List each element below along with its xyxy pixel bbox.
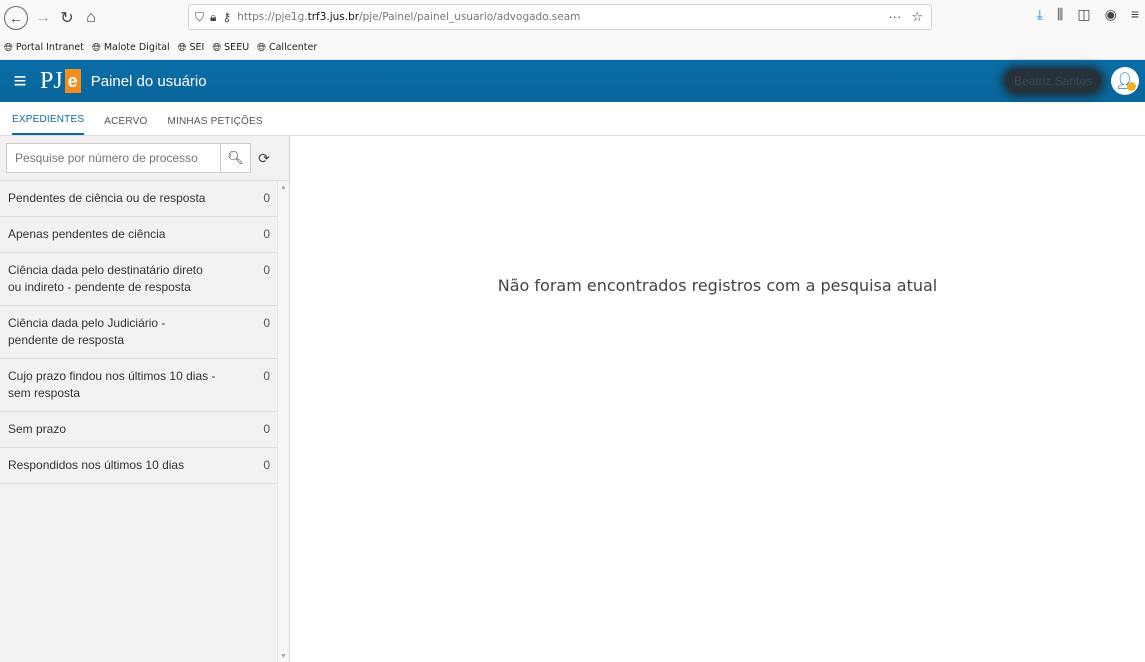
tab-acervo[interactable]: ACERVO (104, 116, 147, 135)
logo-text: PJ (40, 67, 63, 94)
list-item-label: Respondidos nos últimos 10 dias (8, 458, 185, 472)
bookmark-seeu[interactable]: 🌐︎ SEEU (212, 41, 249, 55)
expedientes-list: Pendentes de ciência ou de resposta 0 Ap… (0, 181, 278, 484)
tab-expedientes[interactable]: EXPEDIENTES (12, 114, 85, 135)
list-item-count: 0 (263, 191, 270, 205)
list-item[interactable]: Respondidos nos últimos 10 dias 0 (0, 448, 278, 484)
logo-e: e (64, 69, 81, 93)
empty-state-message: Não foram encontrados registros com a pe… (497, 276, 938, 295)
pje-logo[interactable]: PJ e (40, 68, 81, 95)
reload-icon[interactable]: ↻ (56, 7, 78, 29)
scroll-down-icon[interactable]: ▼ (280, 653, 287, 660)
globe-icon: 🌐︎ (212, 40, 222, 54)
sidebar-scrollbar[interactable]: ▲ ▼ (277, 182, 289, 662)
list-item-count: 0 (263, 263, 270, 277)
bookmarks-bar: 🌐︎ Portal Intranet 🌐︎ Malote Digital 🌐︎ SEI… (0, 36, 1145, 60)
list-item[interactable]: Cujo prazo findou nos últimos 10 dias - … (0, 359, 278, 412)
list-item-count: 0 (263, 316, 270, 330)
library-icon[interactable]: ⫼ (1057, 6, 1063, 23)
bookmark-malote-digital[interactable]: 🌐︎ Malote Digital (92, 41, 170, 55)
search-button[interactable]: 🔍︎ (221, 143, 251, 173)
user-name[interactable]: Beatriz Santos (1005, 69, 1101, 93)
search-input[interactable] (6, 143, 221, 173)
list-item[interactable]: Ciência dada pelo Judiciário - pendente … (0, 306, 278, 359)
forward-arrow-icon[interactable]: → (32, 7, 54, 29)
list-item-label: Ciência dada pelo destinatário direto ou… (8, 263, 203, 294)
home-icon[interactable]: ⌂ (80, 7, 102, 29)
avatar[interactable]: 👤︎ (1111, 67, 1139, 95)
shield-icon[interactable]: ⛉ (195, 10, 204, 25)
url-text[interactable]: https://pje1g.trf3.jus.br/pje/Painel/pai… (237, 11, 580, 23)
list-item-count: 0 (263, 422, 270, 436)
key-icon[interactable]: ⚷ (222, 10, 231, 25)
list-item-label: Cujo prazo findou nos últimos 10 dias - … (8, 369, 216, 400)
more-actions-icon[interactable]: ··· (888, 9, 901, 25)
list-item-label: Sem prazo (8, 422, 67, 436)
tab-minhas-peticoes[interactable]: MINHAS PETIÇÕES (168, 116, 263, 135)
list-item-count: 0 (263, 369, 270, 383)
sidebar-toggle-icon[interactable]: ◫ (1077, 6, 1090, 23)
list-item-label: Ciência dada pelo Judiciário - pendente … (8, 316, 166, 347)
list-item-label: Apenas pendentes de ciência (8, 227, 166, 241)
bookmark-sei[interactable]: 🌐︎ SEI (178, 41, 205, 55)
list-item[interactable]: Ciência dada pelo destinatário direto ou… (0, 253, 278, 306)
list-item[interactable]: Apenas pendentes de ciência 0 (0, 217, 278, 253)
content-area: 🔍︎ ⟳ Pendentes de ciência ou de resposta… (0, 136, 1145, 662)
sidebar: 🔍︎ ⟳ Pendentes de ciência ou de resposta… (0, 136, 290, 662)
list-item-count: 0 (263, 458, 270, 472)
page-title: Painel do usuário (90, 72, 207, 90)
lock-icon[interactable]: 🔒︎ (210, 10, 216, 25)
bookmark-portal-intranet[interactable]: 🌐︎ Portal Intranet (4, 41, 84, 55)
list-item-count: 0 (263, 227, 270, 241)
hamburger-menu-icon[interactable]: ≡ (0, 70, 40, 92)
bookmark-star-icon[interactable]: ☆ (911, 9, 923, 25)
menu-icon[interactable]: ≡ (1131, 6, 1139, 23)
url-bar[interactable]: ⛉ 🔒︎ ⚷ https://pje1g.trf3.jus.br/pje/Pai… (188, 4, 932, 30)
globe-icon: 🌐︎ (92, 40, 101, 54)
search-row: 🔍︎ ⟳ (0, 136, 289, 181)
refresh-button[interactable]: ⟳ (251, 143, 277, 173)
scroll-up-icon[interactable]: ▲ (280, 184, 287, 191)
list-item[interactable]: Pendentes de ciência ou de resposta 0 (0, 181, 278, 217)
search-icon: 🔍︎ (227, 150, 244, 165)
globe-icon: 🌐︎ (4, 40, 13, 54)
globe-icon: 🌐︎ (257, 40, 266, 54)
list-item-label: Pendentes de ciência ou de resposta (8, 191, 206, 205)
refresh-icon: ⟳ (258, 149, 270, 166)
app-header: ≡ PJ e Painel do usuário Beatriz Santos 👤… (0, 60, 1145, 102)
browser-toolbar: ← → ↻ ⌂ ⛉ 🔒︎ ⚷ https://pje1g.trf3.jus.br… (0, 0, 1145, 36)
list-item[interactable]: Sem prazo 0 (0, 412, 278, 448)
bookmark-callcenter[interactable]: 🌐︎ Callcenter (257, 41, 317, 55)
download-icon[interactable]: ⤓ (1037, 6, 1043, 23)
globe-icon: 🌐︎ (177, 40, 187, 54)
status-dot (1127, 82, 1136, 91)
tab-bar: EXPEDIENTES ACERVO MINHAS PETIÇÕES (0, 102, 1145, 136)
account-icon[interactable]: ◉ (1105, 6, 1117, 23)
main-panel: Não foram encontrados registros com a pe… (290, 136, 1145, 662)
back-arrow-icon[interactable]: ← (4, 6, 28, 30)
